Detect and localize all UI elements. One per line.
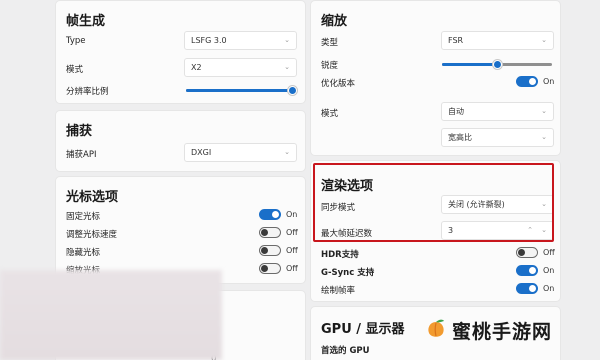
- blurred-region: [0, 270, 222, 360]
- toggle-state: On: [543, 284, 555, 293]
- toggle-state: Off: [543, 248, 555, 257]
- scaling-sharpness-label: 锐度: [321, 61, 339, 71]
- slider-thumb[interactable]: [288, 86, 297, 95]
- toggle-state: Off: [286, 228, 298, 237]
- scaling-mode-dropdown[interactable]: 自动 ⌄: [441, 102, 554, 121]
- gsync-toggle[interactable]: [516, 265, 538, 276]
- watermark-text: 蜜桃手游网: [452, 321, 553, 343]
- scale-cursor-toggle[interactable]: [259, 263, 281, 274]
- scaling-aspect-dropdown[interactable]: 宽高比 ⌄: [441, 128, 554, 147]
- scaling-mode-label: 模式: [321, 109, 339, 119]
- toggle-state: Off: [286, 264, 298, 273]
- draw-fps-toggle[interactable]: [516, 283, 538, 294]
- gpu-preferred-label: 首选的 GPU: [321, 346, 370, 356]
- chevron-down-icon: ⌄: [541, 107, 547, 115]
- toggle-state: On: [543, 77, 555, 86]
- frame-gen-type-label: Type: [66, 36, 86, 46]
- cursor-item-label: 调整光标速度: [66, 230, 118, 240]
- resolution-slider[interactable]: [186, 86, 297, 95]
- capture-title: 捕获: [66, 124, 93, 139]
- chevron-down-icon: ⌄: [541, 36, 547, 44]
- scaling-aspect-value: 宽高比: [448, 133, 472, 142]
- capture-api-dropdown[interactable]: DXGI ⌄: [184, 143, 297, 162]
- frame-gen-card: 帧生成 Type LSFG 3.0 ⌄ 模式 X2 ⌄ 分辨率比例: [55, 0, 306, 104]
- frame-gen-mode-label: 模式: [66, 65, 84, 75]
- optimized-version-toggle[interactable]: [516, 76, 538, 87]
- toggle-state: On: [286, 210, 298, 219]
- scaling-type-dropdown[interactable]: FSR ⌄: [441, 31, 554, 50]
- cursor-title: 光标选项: [66, 190, 119, 205]
- render-hdr-label: HDR支持: [321, 250, 359, 260]
- capture-api-label: 捕获API: [66, 150, 97, 160]
- slider-thumb[interactable]: [493, 60, 502, 69]
- scaling-optimized-label: 优化版本: [321, 79, 356, 89]
- frame-gen-type-dropdown[interactable]: LSFG 3.0 ⌄: [184, 31, 297, 50]
- cursor-item-label: 隐藏光标: [66, 248, 101, 258]
- chevron-down-icon: ⌄: [284, 63, 290, 71]
- frame-gen-type-value: LSFG 3.0: [191, 36, 227, 45]
- frame-gen-mode-dropdown[interactable]: X2 ⌄: [184, 58, 297, 77]
- frame-gen-title: 帧生成: [66, 14, 106, 29]
- frame-gen-mode-value: X2: [191, 63, 202, 72]
- highlight-box: [313, 163, 554, 242]
- frame-gen-resolution-label: 分辨率比例: [66, 87, 109, 97]
- sharpness-slider[interactable]: [442, 60, 552, 69]
- toggle-state: Off: [286, 246, 298, 255]
- scaling-mode-value: 自动: [448, 107, 464, 116]
- hide-cursor-toggle[interactable]: [259, 245, 281, 256]
- chevron-down-icon: ⌄: [284, 148, 290, 156]
- render-draw-fps-label: 绘制帧率: [321, 286, 356, 296]
- peach-logo-icon: [428, 319, 444, 337]
- scaling-type-label: 类型: [321, 38, 339, 48]
- chevron-down-icon: ⌄: [541, 133, 547, 141]
- lock-cursor-toggle[interactable]: [259, 209, 281, 220]
- toggle-state: On: [543, 266, 555, 275]
- cursor-card: 光标选项 固定光标 On 调整光标速度 Off 隐藏光标 Off 缩放光标 Of…: [55, 176, 306, 284]
- scaling-card: 缩放 类型 FSR ⌄ 锐度 优化版本 On 模式 自动 ⌄ 宽高比 ⌄: [310, 0, 561, 156]
- hdr-toggle[interactable]: [516, 247, 538, 258]
- scaling-type-value: FSR: [448, 36, 464, 45]
- render-gsync-label: G-Sync 支持: [321, 268, 375, 278]
- cursor-item-label: 固定光标: [66, 212, 101, 222]
- scaling-title: 缩放: [321, 14, 348, 29]
- adjust-cursor-speed-toggle[interactable]: [259, 227, 281, 238]
- capture-api-value: DXGI: [191, 148, 212, 157]
- gpu-title: GPU / 显示器: [321, 322, 405, 337]
- chevron-down-icon: ⌄: [284, 36, 290, 44]
- capture-card: 捕获 捕获API DXGI ⌄: [55, 110, 306, 172]
